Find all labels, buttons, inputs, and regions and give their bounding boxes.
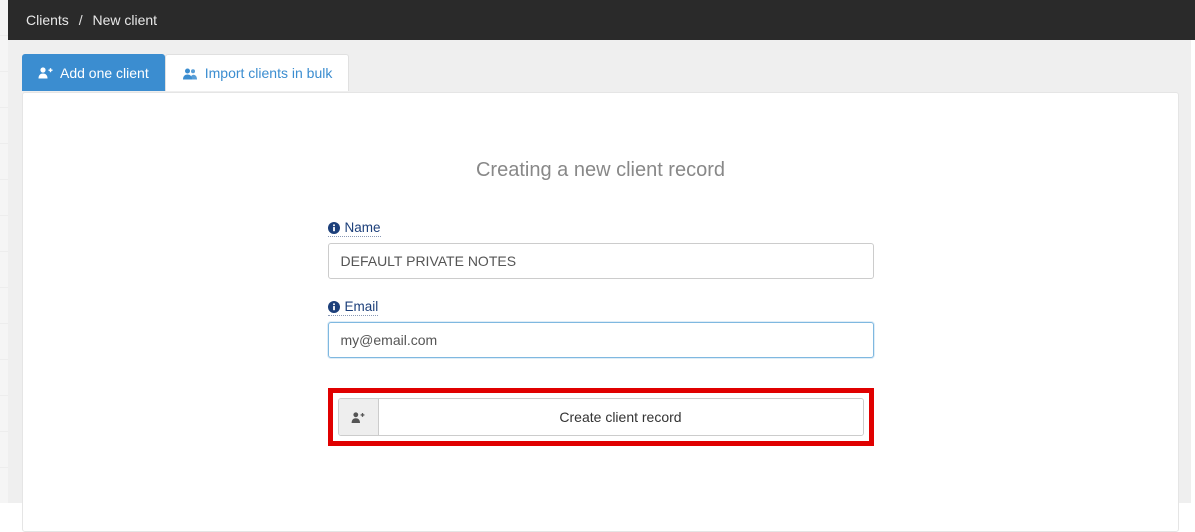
tab-add-one-client[interactable]: Add one client <box>22 54 165 91</box>
breadcrumb-separator: / <box>79 12 83 28</box>
form-wrap: Name Email <box>328 220 874 446</box>
create-client-button-label: Create client record <box>379 399 863 435</box>
name-label-text: Name <box>345 220 381 235</box>
breadcrumb: Clients / New client <box>26 12 157 28</box>
highlight-box: Create client record <box>328 388 874 446</box>
name-label[interactable]: Name <box>328 220 381 237</box>
create-client-button[interactable]: Create client record <box>338 398 864 436</box>
name-group: Name <box>328 220 874 279</box>
top-bar: Clients / New client <box>8 0 1195 40</box>
breadcrumb-current: New client <box>92 12 157 28</box>
tab-import-bulk[interactable]: Import clients in bulk <box>165 54 350 91</box>
tab-add-one-label: Add one client <box>60 65 149 81</box>
email-label[interactable]: Email <box>328 299 379 316</box>
name-field[interactable] <box>328 243 874 279</box>
main-panel: Creating a new client record Name <box>22 92 1179 532</box>
left-gutter <box>0 0 8 503</box>
users-icon <box>182 67 198 80</box>
info-icon <box>328 301 340 313</box>
info-icon <box>328 222 340 234</box>
email-group: Email <box>328 299 874 358</box>
page-title: Creating a new client record <box>23 159 1178 182</box>
user-plus-icon <box>38 66 53 79</box>
content-area: Add one client Import clients in bulk Cr… <box>8 40 1191 503</box>
tabs: Add one client Import clients in bulk <box>22 54 349 91</box>
email-field[interactable] <box>328 322 874 358</box>
breadcrumb-root[interactable]: Clients <box>26 12 69 28</box>
email-label-text: Email <box>345 299 379 314</box>
user-plus-icon <box>339 399 379 435</box>
tab-import-bulk-label: Import clients in bulk <box>205 65 333 81</box>
